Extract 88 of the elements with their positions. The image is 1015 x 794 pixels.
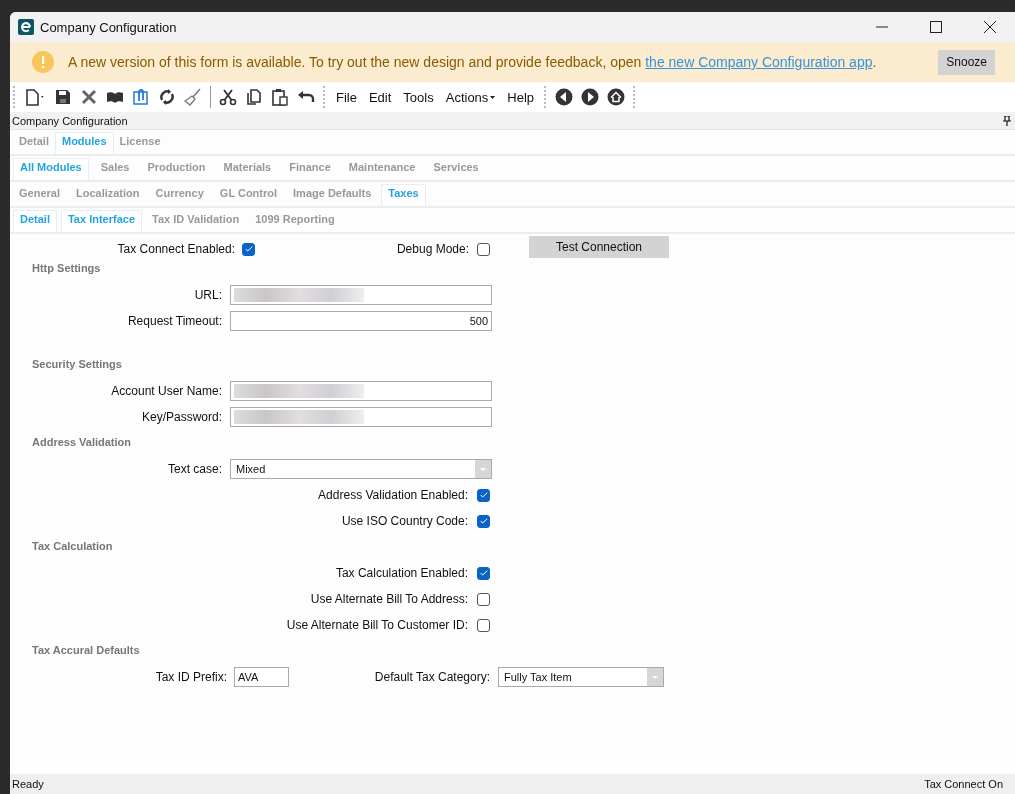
checkmark-icon: [479, 518, 488, 524]
tab[interactable]: Currency: [149, 184, 210, 206]
input-field[interactable]: [230, 285, 492, 305]
dropdown[interactable]: Fully Tax Item: [498, 667, 664, 687]
checkbox[interactable]: [242, 242, 255, 256]
menu-item[interactable]: Actions: [443, 89, 498, 105]
field-label: Use ISO Country Code:: [340, 514, 468, 528]
checkbox[interactable]: [477, 242, 490, 256]
checkmark-icon: [244, 246, 253, 252]
input-field[interactable]: 500: [230, 311, 492, 331]
pin-icon[interactable]: [1003, 115, 1011, 126]
field-label: URL:: [193, 288, 222, 302]
forward-icon[interactable]: [581, 88, 600, 106]
dropdown[interactable]: Mixed: [230, 459, 492, 479]
delete-icon[interactable]: [80, 88, 98, 106]
banner-message: A new version of this form is available. To try out the new design and provide feedback, open the new Company Configuration app.: [68, 54, 877, 70]
checkbox[interactable]: [477, 592, 490, 606]
checkmark-icon: [479, 570, 488, 576]
tab[interactable]: Maintenance: [342, 158, 422, 180]
tab[interactable]: Taxes: [381, 184, 426, 206]
tab[interactable]: General: [13, 184, 66, 206]
field-label: Request Timeout:: [126, 314, 222, 328]
broom-icon[interactable]: [184, 88, 202, 106]
field-label: Tax Calculation Enabled:: [334, 566, 468, 580]
test-connection-button[interactable]: Test Connection: [529, 236, 669, 258]
panel-title: Company Configuration: [12, 114, 128, 127]
field-label: Key/Password:: [140, 410, 222, 424]
tab[interactable]: All Modules: [13, 158, 89, 180]
tab[interactable]: Finance: [283, 158, 337, 180]
tab[interactable]: 1099 Reporting: [249, 210, 341, 232]
tab[interactable]: Localization: [69, 184, 146, 206]
menu-item[interactable]: Tools: [401, 89, 436, 105]
field-label: Default Tax Category:: [373, 670, 490, 684]
app-logo-icon: [18, 19, 34, 35]
field-label: Address Validation Enabled:: [317, 488, 468, 502]
input-field[interactable]: [230, 407, 492, 427]
checkmark-icon: [479, 492, 488, 498]
dropdown-arrow-icon: [480, 467, 486, 471]
tab[interactable]: Production: [141, 158, 212, 180]
section-heading: Tax Accural Defaults: [32, 644, 141, 658]
tab[interactable]: Materials: [217, 158, 278, 180]
field-label: Use Alternate Bill To Address:: [309, 592, 468, 606]
attachment-icon[interactable]: [132, 88, 150, 106]
menu-item[interactable]: File: [334, 89, 359, 105]
section-heading: Security Settings: [32, 358, 123, 372]
status-text: Ready: [12, 778, 44, 790]
new-document-icon[interactable]: [24, 88, 46, 106]
save-icon[interactable]: [54, 88, 72, 106]
home-icon[interactable]: [607, 88, 626, 106]
tab[interactable]: License: [113, 132, 167, 154]
field-label: Use Alternate Bill To Customer ID:: [285, 618, 468, 632]
copy-icon[interactable]: [245, 88, 263, 106]
tab[interactable]: Modules: [54, 132, 114, 154]
section-heading: Tax Calculation: [32, 540, 114, 554]
tab[interactable]: Tax ID Validation: [146, 210, 246, 232]
tab[interactable]: GL Control: [213, 184, 284, 206]
close-icon[interactable]: [983, 20, 997, 34]
maximize-icon[interactable]: [929, 20, 943, 34]
menu-item[interactable]: Edit: [366, 89, 394, 105]
checkbox[interactable]: [477, 488, 490, 502]
status-text: Tax Connect On: [924, 778, 1003, 790]
tab[interactable]: Services: [427, 158, 485, 180]
field-label: Tax ID Prefix:: [154, 670, 227, 684]
dropdown-arrow-icon: [652, 675, 658, 679]
menu-item[interactable]: Help: [505, 89, 537, 105]
field-label: Text case:: [166, 462, 222, 476]
refresh-icon[interactable]: [158, 88, 176, 106]
scissors-icon[interactable]: [219, 88, 237, 106]
section-heading: Address Validation: [32, 436, 133, 450]
tab[interactable]: Sales: [94, 158, 136, 180]
field-label: Account User Name:: [110, 384, 222, 398]
warning-icon: [32, 51, 54, 73]
tab[interactable]: Detail: [13, 132, 55, 154]
snooze-button[interactable]: Snooze: [938, 49, 995, 75]
checkbox[interactable]: [477, 514, 490, 528]
checkbox[interactable]: [477, 618, 490, 632]
tab[interactable]: Detail: [13, 210, 57, 232]
window-title: Company Configuration: [40, 19, 177, 35]
back-icon[interactable]: [555, 88, 574, 106]
field-label: Debug Mode:: [395, 242, 469, 256]
input-field[interactable]: [230, 381, 492, 401]
input-field[interactable]: AVA: [234, 667, 289, 687]
field-label: Tax Connect Enabled:: [116, 242, 235, 256]
tab[interactable]: Image Defaults: [287, 184, 378, 206]
checkbox[interactable]: [477, 566, 490, 580]
clipboard-icon[interactable]: [271, 88, 289, 106]
tab[interactable]: Tax Interface: [60, 210, 143, 232]
section-heading: Http Settings: [32, 262, 102, 276]
